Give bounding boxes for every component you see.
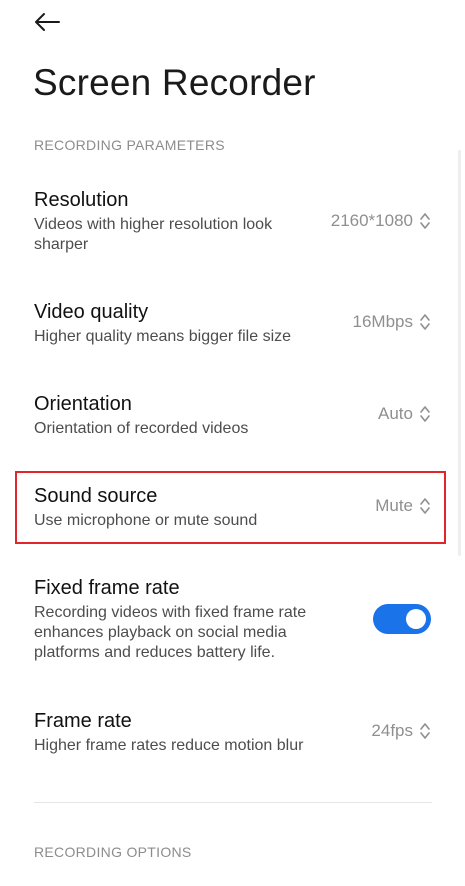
setting-video-quality[interactable]: Video quality Higher quality means bigge… (16, 300, 447, 352)
toggle-knob (406, 609, 426, 629)
setting-subtitle: Higher frame rates reduce motion blur (34, 737, 304, 754)
setting-value: 2160*1080 (331, 211, 431, 231)
setting-value-text: Auto (378, 404, 413, 423)
setting-fixed-frame-rate[interactable]: Fixed frame rate Recording videos with f… (16, 576, 447, 668)
chevron-up-down-icon (420, 406, 430, 422)
page-title: Screen Recorder (33, 62, 316, 103)
setting-value: 16Mbps (353, 312, 431, 332)
setting-subtitle: Higher quality means bigger file size (34, 328, 292, 345)
setting-resolution[interactable]: Resolution Videos with higher resolution… (16, 188, 447, 258)
setting-subtitle: Recording videos with fixed frame rate e… (34, 604, 307, 661)
setting-title: Sound source (34, 485, 158, 507)
setting-value: 24fps (371, 721, 431, 741)
setting-title: Fixed frame rate (34, 577, 180, 599)
setting-orientation[interactable]: Orientation Orientation of recorded vide… (16, 392, 447, 444)
scrollbar[interactable] (458, 150, 461, 556)
setting-value-text: 24fps (371, 721, 413, 740)
setting-subtitle: Videos with higher resolution look sharp… (34, 216, 273, 253)
setting-value: Mute (375, 496, 431, 516)
chevron-up-down-icon (420, 213, 430, 229)
chevron-up-down-icon (420, 314, 430, 330)
section-header-recording-options: RECORDING OPTIONS (34, 844, 192, 860)
setting-value: Auto (378, 404, 431, 424)
section-divider (34, 802, 432, 803)
setting-title: Frame rate (34, 710, 132, 732)
section-header-recording-parameters: RECORDING PARAMETERS (34, 137, 225, 153)
setting-value-text: Mute (375, 496, 413, 515)
setting-title: Orientation (34, 393, 132, 415)
setting-frame-rate[interactable]: Frame rate Higher frame rates reduce mot… (16, 709, 447, 761)
setting-value-text: 2160*1080 (330, 211, 413, 230)
arrow-left-icon (35, 13, 60, 31)
chevron-up-down-icon (420, 723, 430, 739)
chevron-up-down-icon (420, 498, 430, 514)
setting-sound-source[interactable]: Sound source Use microphone or mute soun… (16, 484, 447, 536)
setting-title: Video quality (34, 301, 149, 323)
setting-subtitle: Use microphone or mute sound (34, 512, 258, 529)
back-button[interactable] (30, 8, 64, 36)
setting-value-text: 16Mbps (352, 312, 413, 331)
fixed-frame-rate-toggle[interactable] (373, 604, 431, 634)
setting-title: Resolution (34, 189, 129, 211)
setting-subtitle: Orientation of recorded videos (34, 420, 249, 437)
